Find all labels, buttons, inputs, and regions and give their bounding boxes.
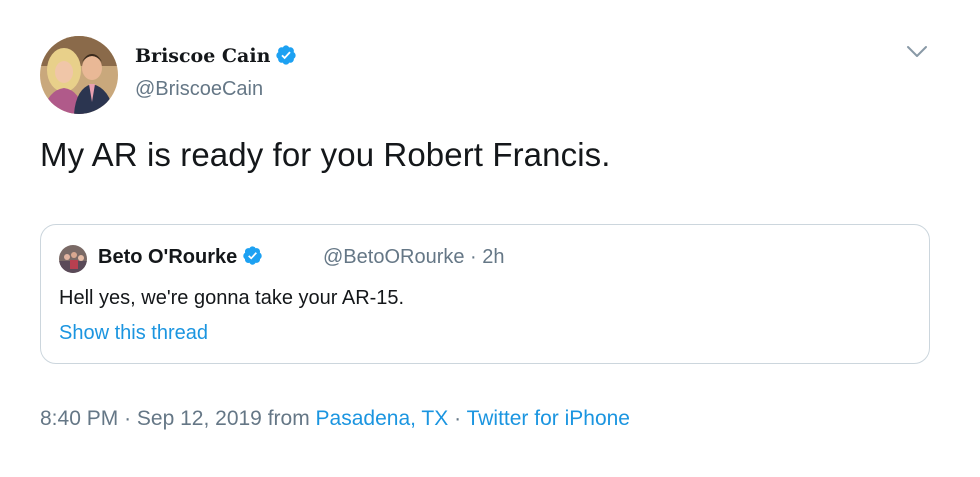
author-name[interactable]: Briscoe Cain [135, 44, 297, 67]
source-link[interactable]: Twitter for iPhone [467, 407, 630, 430]
separator: · [470, 246, 477, 268]
show-thread-link[interactable]: Show this thread [59, 322, 208, 345]
tweet-text: My AR is ready for you Robert Francis. [40, 136, 611, 173]
quoted-avatar-photo [59, 245, 87, 273]
quoted-handle-text: @BetoORourke [323, 246, 465, 268]
verified-badge-icon [276, 45, 297, 65]
quoted-author-avatar[interactable] [59, 245, 87, 273]
quoted-tweet-text: Hell yes, we're gonna take your AR-15. [59, 287, 405, 309]
location-link[interactable]: Pasadena, TX [316, 407, 449, 430]
author-avatar[interactable] [40, 36, 118, 114]
chevron-down-icon[interactable] [906, 44, 928, 60]
author-avatar-photo [40, 36, 118, 114]
separator: · [124, 407, 132, 430]
quoted-author-name[interactable]: Beto O'Rourke [98, 245, 263, 269]
from-label: from [267, 407, 310, 430]
tweet: Briscoe Cain @BriscoeCain My AR is ready… [0, 0, 980, 477]
tweet-date[interactable]: Sep 12, 2019 [137, 407, 262, 430]
quoted-tweet-time[interactable]: 2h [482, 246, 504, 268]
tweet-metadata: 8:40 PM · Sep 12, 2019 from Pasadena, TX… [40, 407, 630, 431]
tweet-time[interactable]: 8:40 PM [40, 407, 118, 430]
author-name-text: Briscoe Cain [135, 45, 271, 67]
quoted-tweet-card[interactable]: Beto O'Rourke @BetoORourke · 2h Hell yes… [40, 224, 930, 364]
separator: · [454, 407, 462, 430]
verified-badge-icon [243, 246, 262, 265]
quoted-author-name-text: Beto O'Rourke [98, 246, 238, 268]
quoted-author-handle[interactable]: @BetoORourke · 2h [323, 246, 505, 269]
author-handle[interactable]: @BriscoeCain [135, 78, 263, 101]
